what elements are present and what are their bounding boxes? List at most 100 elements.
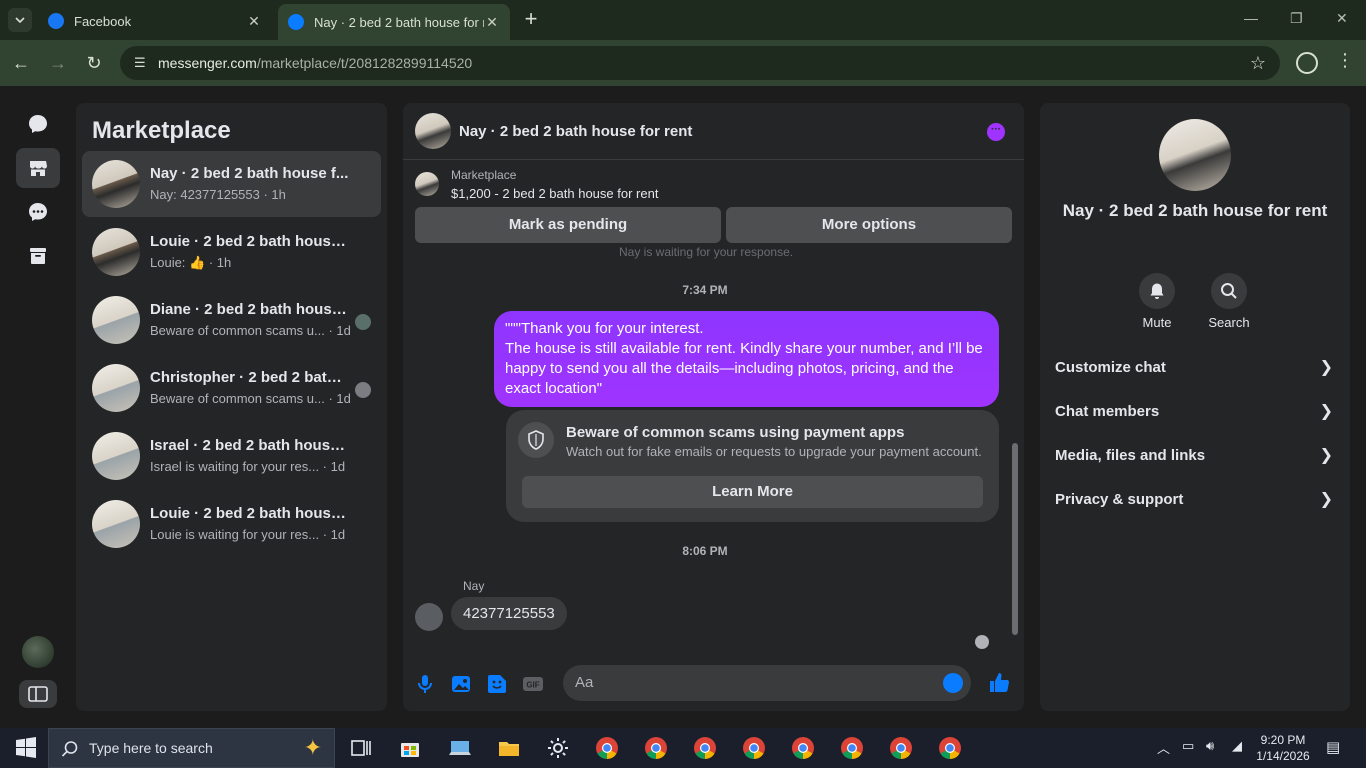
more-options-icon[interactable]: ···	[987, 123, 1005, 141]
close-tab-icon[interactable]: ✕	[246, 13, 262, 30]
settings-gear-icon[interactable]	[546, 736, 570, 760]
tab-search-button[interactable]	[8, 8, 32, 32]
sidebar-toggle-icon	[28, 686, 48, 702]
emoji-icon[interactable]	[943, 673, 963, 693]
show-hidden-icons-icon[interactable]: ︿	[1157, 738, 1170, 757]
scam-warning-card: Beware of common scams using payment app…	[506, 410, 999, 522]
learn-more-button[interactable]: Learn More	[522, 476, 983, 508]
avatar	[92, 500, 140, 548]
conversation-name: Christopher · 2 bed 2 bath ...	[150, 369, 350, 386]
marketplace-nav-button[interactable]	[16, 148, 60, 188]
avatar	[92, 160, 140, 208]
scam-warning-subtitle: Watch out for fake emails or requests to…	[566, 444, 982, 459]
chats-nav-button[interactable]	[16, 104, 60, 144]
marketplace-listing-bar[interactable]: Marketplace $1,200 - 2 bed 2 bath house …	[403, 160, 1024, 204]
sender-avatar[interactable]	[415, 603, 443, 631]
chrome-profile-icon[interactable]	[742, 736, 766, 760]
avatar[interactable]	[415, 113, 451, 149]
site-settings-icon[interactable]: ☰	[134, 55, 150, 71]
conversation-item[interactable]: Nay · 2 bed 2 bath house f... Nay: 42377…	[82, 151, 381, 217]
chrome-icon[interactable]	[595, 736, 619, 760]
taskbar-clock[interactable]: 9:20 PM 1/14/2026	[1255, 732, 1311, 764]
media-files-links-row[interactable]: Media, files and links ❯	[1055, 442, 1337, 470]
profile-avatar[interactable]	[1159, 119, 1231, 191]
search-button[interactable]: Search	[1199, 273, 1259, 330]
close-window-icon[interactable]: ✕	[1336, 10, 1348, 27]
scrollbar-thumb[interactable]	[1012, 443, 1018, 635]
conversation-item[interactable]: Diane · 2 bed 2 bath house... Beware of …	[82, 287, 381, 353]
profile-icon[interactable]	[1296, 52, 1318, 74]
browser-tab-strip: Facebook ✕ Nay · 2 bed 2 bath house for …	[0, 0, 1366, 40]
chrome-profile-icon[interactable]	[693, 736, 717, 760]
mark-as-pending-button[interactable]: Mark as pending	[415, 207, 721, 243]
requests-nav-button[interactable]	[16, 192, 60, 232]
image-icon[interactable]	[450, 673, 472, 695]
back-button[interactable]: ←	[10, 52, 32, 74]
avatar	[92, 228, 140, 276]
forward-button[interactable]: →	[47, 52, 69, 74]
my-profile-avatar[interactable]	[22, 636, 54, 668]
restore-icon[interactable]: ❐	[1290, 10, 1303, 27]
customize-chat-row[interactable]: Customize chat ❯	[1055, 354, 1337, 382]
avatar	[92, 296, 140, 344]
taskbar-search[interactable]: Type here to search ✦	[48, 728, 335, 768]
chrome-profile-icon[interactable]	[938, 736, 962, 760]
storefront-icon	[30, 161, 47, 176]
sticker-icon[interactable]	[486, 673, 508, 695]
minimize-icon[interactable]: —	[1244, 10, 1258, 26]
archive-nav-button[interactable]	[16, 236, 60, 276]
messenger-app: Marketplace Nay · 2 bed 2 bath house f..…	[0, 86, 1366, 728]
conversation-item[interactable]: Louie · 2 bed 2 bath house... Louie is w…	[82, 491, 381, 557]
microsoft-store-icon[interactable]	[398, 736, 422, 760]
listing-label: Marketplace	[451, 168, 517, 182]
close-tab-icon[interactable]: ✕	[484, 14, 500, 31]
network-device-icon[interactable]: ▭	[1182, 738, 1194, 754]
reload-button[interactable]: ↻	[83, 52, 105, 74]
archive-icon	[30, 248, 46, 264]
mute-button[interactable]: Mute	[1127, 273, 1187, 330]
chrome-profile-icon[interactable]	[840, 736, 864, 760]
conversation-item[interactable]: Christopher · 2 bed 2 bath ... Beware of…	[82, 355, 381, 421]
wifi-icon[interactable]: ◢	[1232, 738, 1242, 754]
message-input[interactable]: Aa	[563, 665, 971, 701]
file-explorer-icon[interactable]	[497, 736, 521, 760]
url-path: /marketplace/t/2081282899114520	[256, 55, 473, 71]
volume-icon[interactable]: 🔊︎	[1206, 738, 1214, 754]
incoming-message[interactable]: 42377125553	[451, 597, 567, 630]
conversation-snippet: Nay: 42377125553 · 1h	[150, 187, 286, 202]
tab-facebook[interactable]: Facebook ✕	[38, 6, 272, 36]
conversation-snippet: Israel is waiting for your res... · 1d	[150, 459, 346, 474]
computer-icon[interactable]	[448, 736, 472, 760]
notifications-icon[interactable]: ▤	[1326, 738, 1340, 756]
messenger-icon	[288, 14, 304, 30]
chrome-profile-icon[interactable]	[644, 736, 668, 760]
more-options-button[interactable]: More options	[726, 207, 1012, 243]
privacy-support-row[interactable]: Privacy & support ❯	[1055, 486, 1337, 514]
browser-menu-icon[interactable]: ⋮	[1336, 50, 1354, 71]
conversation-info-panel: Nay · 2 bed 2 bath house for rent Mute S…	[1040, 103, 1350, 711]
tab-messenger[interactable]: Nay · 2 bed 2 bath house for rent ✕	[278, 4, 510, 40]
chat-members-row[interactable]: Chat members ❯	[1055, 398, 1337, 426]
microphone-icon[interactable]	[414, 673, 436, 695]
address-bar[interactable]: ☰ messenger.com/marketplace/t/2081282899…	[120, 46, 1280, 80]
gif-icon[interactable]: GIF	[522, 673, 544, 695]
conversation-item[interactable]: Louie · 2 bed 2 bath house... Louie: 👍 ·…	[82, 219, 381, 285]
address-bar-row: ← → ↻ ☰ messenger.com/marketplace/t/2081…	[0, 40, 1366, 86]
new-tab-button[interactable]: +	[520, 8, 542, 32]
conversation-name: Louie · 2 bed 2 bath house...	[150, 505, 350, 522]
toggle-sidebar-button[interactable]	[19, 680, 57, 708]
profile-name: Nay · 2 bed 2 bath house for rent	[1062, 201, 1328, 220]
conversation-snippet: Beware of common scams u... · 1d	[150, 391, 351, 406]
chat-title[interactable]: Nay · 2 bed 2 bath house for rent	[459, 123, 692, 140]
outgoing-message[interactable]: """Thank you for your interest. The hous…	[494, 311, 999, 407]
conversation-item[interactable]: Israel · 2 bed 2 bath house... Israel is…	[82, 423, 381, 489]
bookmark-star-icon[interactable]: ☆	[1250, 53, 1266, 74]
task-view-icon[interactable]	[349, 736, 373, 760]
timestamp: 7:34 PM	[682, 283, 728, 297]
windows-start-icon[interactable]	[14, 736, 38, 760]
thread-scrollbar[interactable]	[1011, 255, 1019, 653]
chrome-profile-icon[interactable]	[791, 736, 815, 760]
thumbs-up-icon[interactable]	[987, 671, 1011, 695]
chrome-profile-icon[interactable]	[889, 736, 913, 760]
conversation-name: Louie · 2 bed 2 bath house...	[150, 233, 350, 250]
